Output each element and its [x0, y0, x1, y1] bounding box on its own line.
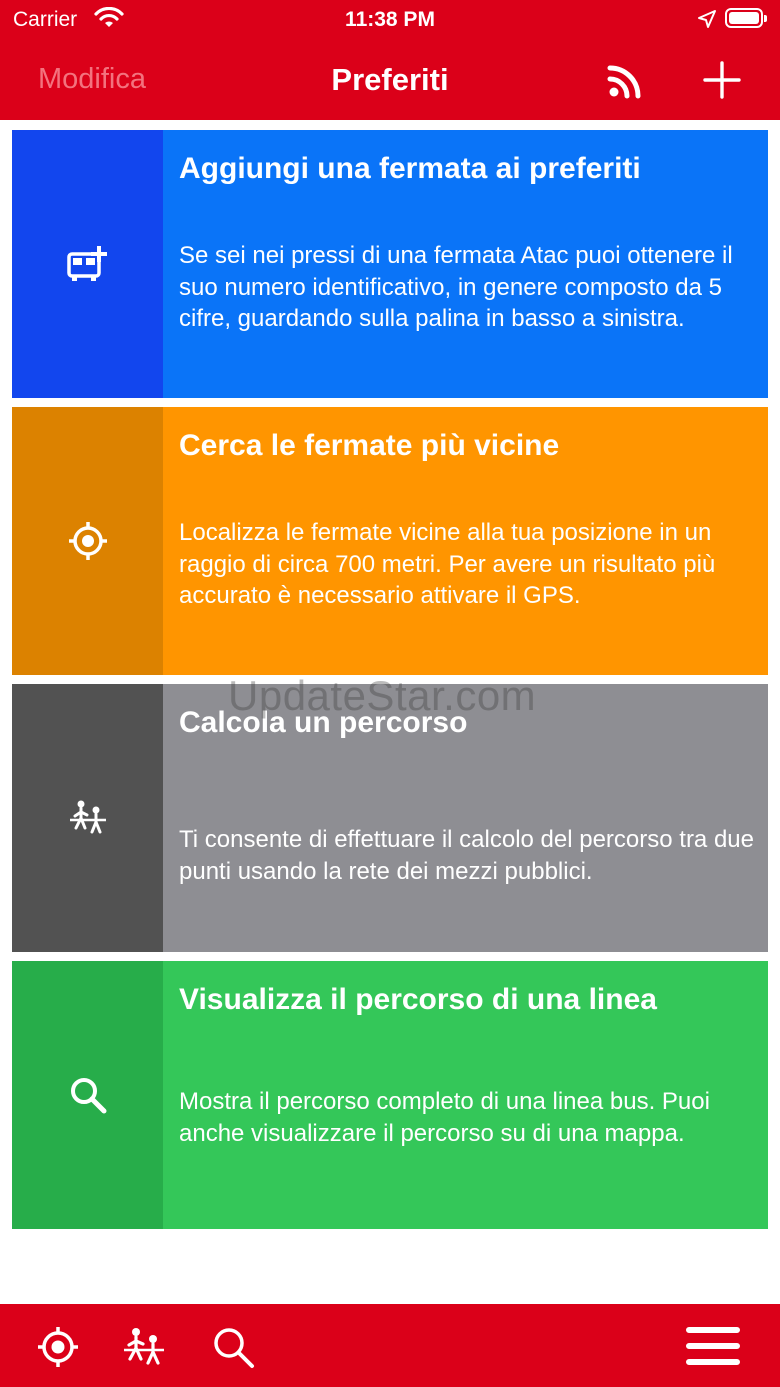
- route-icon[interactable]: [122, 1325, 166, 1369]
- route-icon: [69, 800, 106, 834]
- card-icon-panel: [12, 684, 163, 952]
- plus-icon[interactable]: [703, 61, 741, 99]
- location-arrow-icon: [698, 10, 716, 28]
- card-title: Aggiungi una fermata ai preferiti: [179, 152, 641, 185]
- card-icon-panel: [12, 961, 163, 1229]
- menu-icon[interactable]: [685, 1324, 741, 1368]
- locate-icon: [68, 522, 107, 560]
- card-line-route[interactable]: Visualizza il percorso di una linea Most…: [12, 961, 768, 1229]
- card-description: Se sei nei pressi di una fermata Atac pu…: [179, 242, 733, 332]
- card-description: Localizza le fermate vicine alla tua pos…: [179, 519, 716, 609]
- status-time: 11:38 PM: [345, 8, 435, 31]
- card-nearby-stops[interactable]: Cerca le fermate più vicine Localizza le…: [12, 407, 768, 675]
- card-calculate-route[interactable]: Calcola un percorso Ti consente di effet…: [12, 684, 768, 952]
- card-content: Calcola un percorso Ti consente di effet…: [163, 684, 768, 952]
- status-bar: Carrier 11:38 PM: [0, 0, 780, 40]
- locate-icon[interactable]: [36, 1325, 80, 1369]
- card-add-favorite-stop[interactable]: Aggiungi una fermata ai preferiti Se sei…: [12, 130, 768, 398]
- card-description: Ti consente di effettuare il calcolo del…: [179, 826, 754, 885]
- page-title: Preferiti: [331, 62, 449, 97]
- header: Carrier 11:38 PM Modifica Preferiti: [0, 0, 780, 120]
- card-content: Aggiungi una fermata ai preferiti Se sei…: [163, 130, 768, 398]
- bus-add-icon: [66, 246, 107, 281]
- battery-icon: [725, 8, 767, 28]
- card-icon-panel: [12, 130, 163, 398]
- card-content: Cerca le fermate più vicine Localizza le…: [163, 407, 768, 675]
- rss-icon[interactable]: [606, 62, 644, 100]
- watermark: UpdateStar.com: [228, 672, 537, 719]
- search-icon: [70, 1078, 106, 1114]
- search-icon[interactable]: [211, 1325, 255, 1369]
- card-title: Cerca le fermate più vicine: [179, 429, 560, 462]
- card-icon-panel: [12, 407, 163, 675]
- tab-bar: [0, 1304, 780, 1387]
- card-description: Mostra il percorso completo di una linea…: [179, 1088, 710, 1147]
- card-content: Visualizza il percorso di una linea Most…: [163, 961, 768, 1229]
- card-title: Visualizza il percorso di una linea: [179, 983, 657, 1016]
